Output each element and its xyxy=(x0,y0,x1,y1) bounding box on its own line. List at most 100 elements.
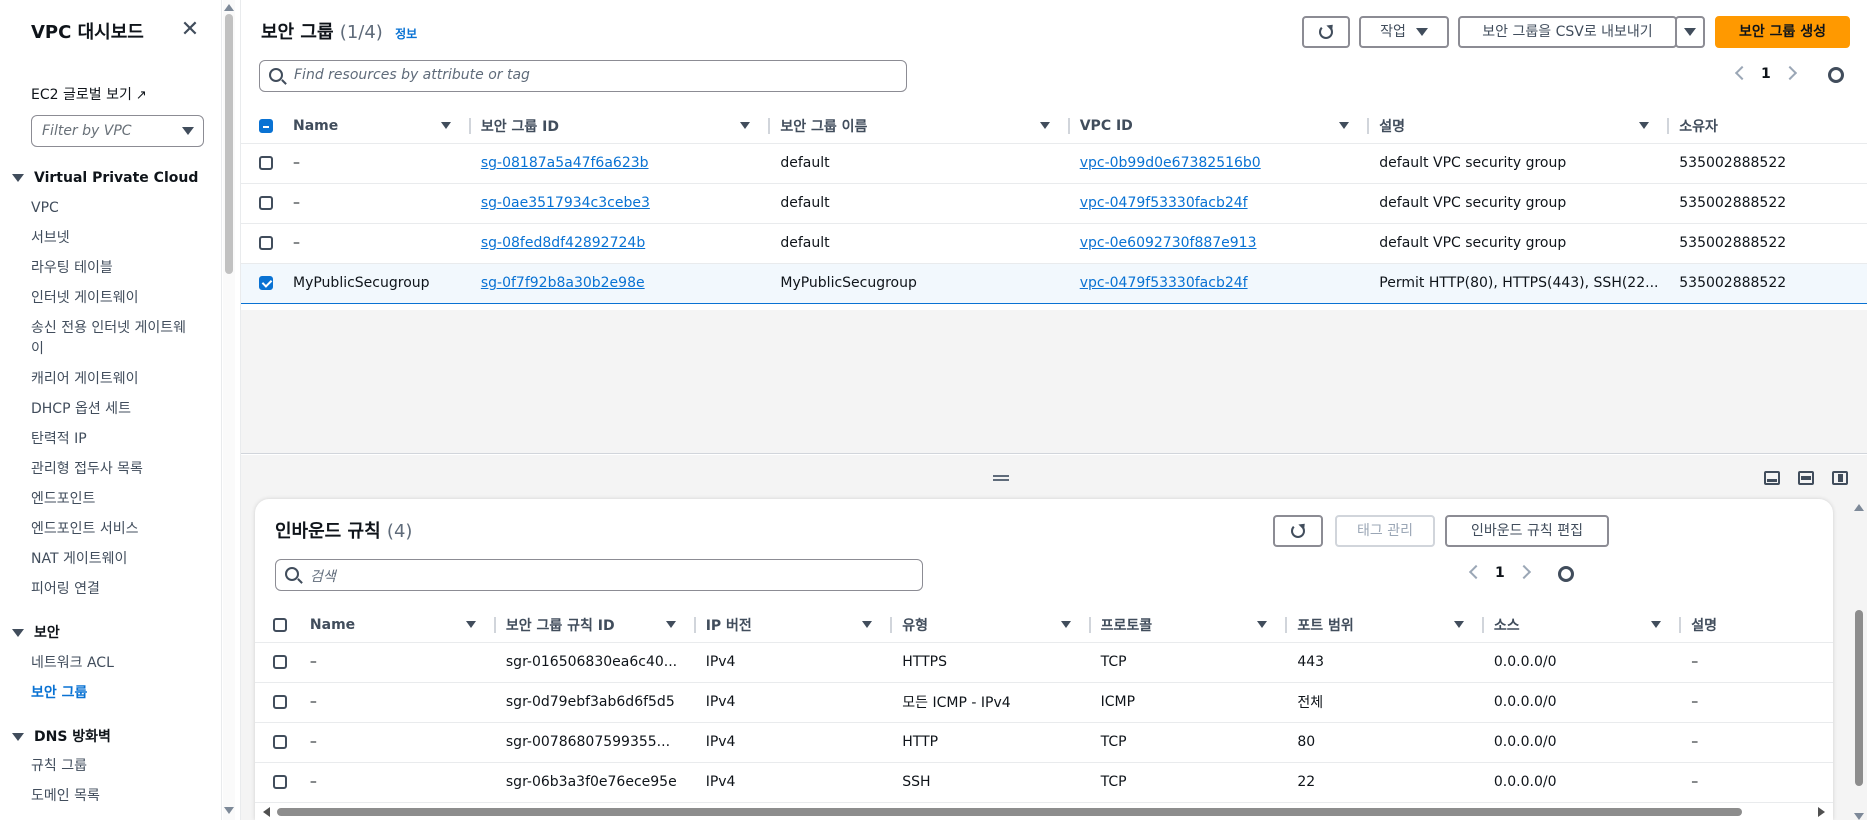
table-row[interactable]: – sg-08187a5a47f6a623b default vpc-0b99d… xyxy=(241,143,1867,184)
column-header[interactable]: 설명 xyxy=(1681,608,1813,643)
column-header[interactable]: 소스 xyxy=(1483,608,1682,643)
row-checkbox[interactable] xyxy=(241,183,283,224)
sidebar-item-peering[interactable]: 피어링 연결 xyxy=(31,579,191,600)
ec2-global-view-link[interactable]: EC2 글로벌 보기 ↗ xyxy=(31,84,147,104)
sidebar-item-dhcp-options[interactable]: DHCP 옵션 세트 xyxy=(31,399,191,420)
vpc-filter-select[interactable]: Filter by VPC xyxy=(31,115,204,147)
search-input[interactable]: Find resources by attribute or tag xyxy=(259,60,907,92)
section-dns-firewall[interactable]: DNS 방화벽 xyxy=(12,726,111,746)
scroll-thumb[interactable] xyxy=(225,14,233,274)
row-checkbox[interactable] xyxy=(255,682,300,723)
gear-icon[interactable] xyxy=(1558,566,1574,582)
close-icon[interactable]: ✕ xyxy=(178,18,202,42)
vpc-id-link[interactable]: vpc-0e6092730f887e913 xyxy=(1080,235,1257,251)
sort-icon[interactable] xyxy=(740,122,751,129)
manage-tags-button[interactable]: 태그 관리 xyxy=(1335,515,1435,547)
checkbox[interactable] xyxy=(259,196,273,210)
sidebar-item-vpc[interactable]: VPC xyxy=(31,198,191,219)
prev-page-icon[interactable] xyxy=(1468,564,1484,580)
scroll-thumb[interactable] xyxy=(277,808,1742,816)
checkbox[interactable] xyxy=(273,775,287,789)
table-row[interactable]: – sg-0ae3517934c3cebe3 default vpc-0479f… xyxy=(241,183,1867,224)
page-number[interactable]: 1 xyxy=(1761,66,1771,82)
column-header[interactable]: 소유자 xyxy=(1669,109,1867,144)
sidebar-item-subnets[interactable]: 서브넷 xyxy=(31,228,191,249)
panel-bottom-icon[interactable] xyxy=(1764,471,1780,485)
column-header[interactable]: 설명 xyxy=(1369,109,1670,144)
sg-id-link[interactable]: sg-0ae3517934c3cebe3 xyxy=(481,195,650,211)
column-header[interactable]: 보안 그룹 규칙 ID xyxy=(495,608,696,643)
table-row[interactable]: – sgr-0d79ebf3ab6d6f5d5 IPv4 모든 ICMP - I… xyxy=(255,682,1833,723)
checkbox[interactable] xyxy=(273,735,287,749)
table-row[interactable]: – sgr-00786807599355... IPv4 HTTP TCP 80… xyxy=(255,722,1833,763)
row-checkbox[interactable] xyxy=(255,762,300,803)
scroll-thumb[interactable] xyxy=(1855,610,1863,786)
vpc-id-link[interactable]: vpc-0479f53330facb24f xyxy=(1080,275,1248,291)
table-row[interactable]: – sgr-06b3a3f0e76ece95e IPv4 SSH TCP 22 … xyxy=(255,762,1833,803)
column-header[interactable]: 유형 xyxy=(892,608,1091,643)
row-checkbox[interactable] xyxy=(241,262,283,304)
sort-icon[interactable] xyxy=(465,621,476,628)
panel-vertical-scrollbar[interactable] xyxy=(1853,502,1865,820)
select-all-checkbox[interactable] xyxy=(255,608,300,643)
table-row[interactable]: – sg-08fed8df42892724b default vpc-0e609… xyxy=(241,223,1867,264)
sg-id-link[interactable]: sg-08fed8df42892724b xyxy=(481,235,645,251)
scroll-down-icon[interactable] xyxy=(224,807,234,814)
actions-button[interactable]: 작업 xyxy=(1359,16,1449,48)
sidebar-item-security-groups[interactable]: 보안 그룹 xyxy=(31,683,191,704)
sidebar-item-domain-lists[interactable]: 도메인 목록 xyxy=(31,786,191,807)
row-checkbox[interactable] xyxy=(241,143,283,184)
sort-icon[interactable] xyxy=(665,621,676,628)
sg-id-link[interactable]: sg-08187a5a47f6a623b xyxy=(481,155,649,171)
row-checkbox[interactable] xyxy=(255,722,300,763)
export-csv-button[interactable]: 보안 그룹을 CSV로 내보내기 xyxy=(1458,16,1677,48)
prev-page-icon[interactable] xyxy=(1734,65,1750,81)
sidebar-item-egress-only-gateways[interactable]: 송신 전용 인터넷 게이트웨이 xyxy=(31,318,191,360)
sidebar-item-internet-gateways[interactable]: 인터넷 게이트웨이 xyxy=(31,288,191,309)
sort-icon[interactable] xyxy=(1639,122,1650,129)
edit-inbound-rules-button[interactable]: 인바운드 규칙 편집 xyxy=(1445,515,1609,547)
sidebar-item-network-acl[interactable]: 네트워크 ACL xyxy=(31,653,191,674)
sidebar-scrollbar[interactable] xyxy=(223,0,235,820)
checkbox[interactable] xyxy=(259,156,273,170)
gear-icon[interactable] xyxy=(1828,67,1844,83)
column-header[interactable]: IP 버전 xyxy=(695,608,893,643)
page-number[interactable]: 1 xyxy=(1495,565,1505,581)
sidebar-item-endpoint-services[interactable]: 엔드포인트 서비스 xyxy=(31,519,191,540)
checkbox[interactable] xyxy=(273,617,287,632)
scroll-down-icon[interactable] xyxy=(1854,813,1864,820)
sidebar-item-route-tables[interactable]: 라우팅 테이블 xyxy=(31,258,191,279)
sidebar-item-endpoints[interactable]: 엔드포인트 xyxy=(31,489,191,510)
select-all-checkbox[interactable] xyxy=(241,109,283,144)
vpc-id-link[interactable]: vpc-0479f53330facb24f xyxy=(1080,195,1248,211)
row-checkbox[interactable] xyxy=(241,223,283,264)
sidebar-item-rule-groups[interactable]: 규칙 그룹 xyxy=(31,756,191,777)
scroll-right-icon[interactable] xyxy=(1818,807,1825,817)
table-row[interactable]: – sgr-016506830ea6c40... IPv4 HTTPS TCP … xyxy=(255,642,1833,683)
resize-handle[interactable] xyxy=(993,475,1009,481)
sg-id-link[interactable]: sg-0f7f92b8a30b2e98e xyxy=(481,275,645,291)
table-row-selected[interactable]: MyPublicSecugroup sg-0f7f92b8a30b2e98e M… xyxy=(241,262,1867,304)
scroll-left-icon[interactable] xyxy=(263,807,270,817)
column-header[interactable]: Name xyxy=(283,109,471,144)
sidebar-item-carrier-gateways[interactable]: 캐리어 게이트웨이 xyxy=(31,369,191,390)
sort-icon[interactable] xyxy=(1060,621,1071,628)
checkbox[interactable] xyxy=(273,655,287,669)
checkbox-checked[interactable] xyxy=(259,276,273,290)
vpc-id-link[interactable]: vpc-0b99d0e67382516b0 xyxy=(1080,155,1261,171)
sidebar-item-elastic-ip[interactable]: 탄력적 IP xyxy=(31,429,191,450)
scroll-up-icon[interactable] xyxy=(1854,504,1864,511)
export-dropdown-button[interactable] xyxy=(1675,16,1705,48)
create-security-group-button[interactable]: 보안 그룹 생성 xyxy=(1715,16,1850,48)
scroll-up-icon[interactable] xyxy=(224,4,234,11)
panel-side-icon[interactable] xyxy=(1832,471,1848,485)
panel-split-icon[interactable] xyxy=(1798,471,1814,485)
sort-icon[interactable] xyxy=(440,122,451,129)
column-header[interactable]: 프로토콜 xyxy=(1090,608,1288,643)
column-header[interactable]: VPC ID xyxy=(1069,109,1370,144)
section-vpc[interactable]: Virtual Private Cloud xyxy=(12,170,198,186)
sidebar-item-nat-gateways[interactable]: NAT 게이트웨이 xyxy=(31,549,191,570)
column-header[interactable]: 포트 범위 xyxy=(1287,608,1484,643)
sort-icon[interactable] xyxy=(862,621,873,628)
inbound-search-input[interactable]: 검색 xyxy=(275,559,923,591)
